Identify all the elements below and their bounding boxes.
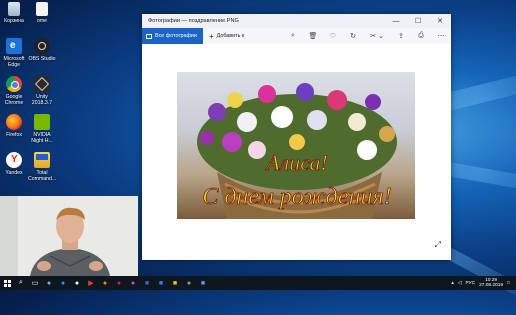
system-tray: ▴ ◁ РУС 10:29 27.08.2019 □ bbox=[451, 278, 516, 288]
more-icon[interactable]: ⋯ bbox=[431, 32, 451, 40]
close-button[interactable]: ✕ bbox=[429, 14, 451, 28]
task-view-icon[interactable]: ▭ bbox=[28, 276, 42, 290]
flower-bouquet-illustration: Алиса! С днем рождения! bbox=[197, 83, 397, 219]
desktop-icon-total-commander[interactable]: Total Command... bbox=[28, 152, 56, 182]
volume-icon[interactable]: ◁ bbox=[458, 281, 462, 286]
zoom-icon[interactable]: ⌕ bbox=[283, 32, 303, 40]
firefox-icon bbox=[6, 114, 22, 130]
start-button[interactable] bbox=[0, 276, 14, 290]
desktop-icon-yandex[interactable]: Y Yandex bbox=[0, 152, 28, 176]
taskbar-app-icon[interactable]: ● bbox=[98, 276, 112, 290]
taskbar-app-icon[interactable]: ● bbox=[42, 276, 56, 290]
minimize-button[interactable]: — bbox=[385, 14, 407, 28]
obs-icon bbox=[34, 38, 50, 54]
window-title: Фотографии — поздравление.PNG bbox=[148, 18, 239, 24]
add-to-button[interactable]: + Добавить к bbox=[203, 32, 244, 41]
print-icon[interactable]: ⎙ bbox=[411, 32, 431, 40]
tray-icon[interactable]: ▴ bbox=[451, 281, 453, 286]
add-to-label: Добавить к bbox=[216, 33, 245, 39]
all-photos-label: Все фотографии bbox=[155, 33, 197, 39]
file-icon bbox=[36, 2, 48, 16]
maximize-button[interactable]: ☐ bbox=[407, 14, 429, 28]
title-bar[interactable]: Фотографии — поздравление.PNG — ☐ ✕ bbox=[142, 14, 451, 28]
language-indicator[interactable]: РУС bbox=[465, 281, 475, 286]
unity-icon bbox=[34, 76, 50, 92]
taskbar: ⌕ ▭ ● ● ● ▶ ● ● ● ■ ■ ■ ● ■ ▴ ◁ РУС 10:2… bbox=[0, 276, 516, 290]
birthday-photo: Алиса! С днем рождения! bbox=[177, 72, 415, 219]
clock[interactable]: 10:29 27.08.2019 bbox=[479, 278, 503, 288]
windows-logo-icon bbox=[3, 279, 11, 287]
yandex-icon: Y bbox=[6, 152, 22, 168]
greeting-name: Алиса! bbox=[264, 150, 328, 175]
rotate-icon[interactable]: ↻ bbox=[343, 32, 363, 40]
plus-icon: + bbox=[208, 31, 214, 41]
taskbar-app-icon[interactable]: ■ bbox=[168, 276, 182, 290]
desktop-icon-nvidia[interactable]: NVIDIA Night H... bbox=[28, 114, 56, 144]
taskbar-app-icon[interactable]: ● bbox=[126, 276, 140, 290]
greeting-text: С днем рождения! bbox=[202, 184, 391, 210]
desktop-icon-folder[interactable]: ome bbox=[28, 2, 56, 24]
desktop-icon-chrome[interactable]: Google Chrome bbox=[0, 76, 28, 106]
taskbar-app-icon[interactable]: ● bbox=[56, 276, 70, 290]
photo-toolbar: Все фотографии + Добавить к ⌕ 🗑 ♡ ↻ ✂ ⌄ … bbox=[142, 28, 451, 45]
taskbar-app-icon[interactable]: ■ bbox=[154, 276, 168, 290]
taskbar-app-icon[interactable]: ▶ bbox=[84, 276, 98, 290]
notifications-icon[interactable]: □ bbox=[507, 281, 510, 286]
search-icon[interactable]: ⌕ bbox=[14, 276, 28, 290]
presenter-video bbox=[0, 196, 138, 276]
date: 27.08.2019 bbox=[479, 283, 504, 288]
desktop-icon-unity[interactable]: Unity 2018.3.7 bbox=[28, 76, 56, 106]
taskbar-app-icon[interactable]: ● bbox=[182, 276, 196, 290]
all-photos-button[interactable]: Все фотографии bbox=[142, 28, 203, 44]
desktop-icon-recycle-bin[interactable]: Корзина bbox=[0, 2, 28, 24]
edge-icon: e bbox=[6, 38, 22, 54]
photos-icon bbox=[146, 33, 152, 39]
desktop-icon-obs[interactable]: OBS Studio bbox=[28, 38, 56, 62]
photos-window[interactable]: Фотографии — поздравление.PNG — ☐ ✕ Все … bbox=[142, 14, 451, 260]
taskbar-app-icon[interactable]: ■ bbox=[140, 276, 154, 290]
share-icon[interactable]: ⇪ bbox=[391, 32, 411, 40]
recycle-bin-icon bbox=[8, 2, 20, 16]
image-canvas: Алиса! С днем рождения! ⤢ bbox=[142, 44, 451, 260]
nvidia-icon bbox=[34, 114, 50, 130]
taskbar-app-icon[interactable]: ● bbox=[70, 276, 84, 290]
delete-icon[interactable]: 🗑 bbox=[303, 32, 323, 40]
taskbar-app-icon[interactable]: ● bbox=[112, 276, 126, 290]
desktop-icon-firefox[interactable]: Firefox bbox=[0, 114, 28, 138]
chrome-icon bbox=[6, 76, 22, 92]
taskbar-app-icon[interactable]: ■ bbox=[196, 276, 210, 290]
desktop-icon-edge[interactable]: e Microsoft Edge bbox=[0, 38, 28, 68]
expand-icon[interactable]: ⤢ bbox=[435, 240, 441, 250]
total-commander-icon bbox=[34, 152, 50, 168]
webcam-overlay bbox=[0, 196, 138, 276]
favorite-icon[interactable]: ♡ bbox=[323, 32, 343, 40]
crop-icon[interactable]: ✂ ⌄ bbox=[363, 32, 391, 40]
